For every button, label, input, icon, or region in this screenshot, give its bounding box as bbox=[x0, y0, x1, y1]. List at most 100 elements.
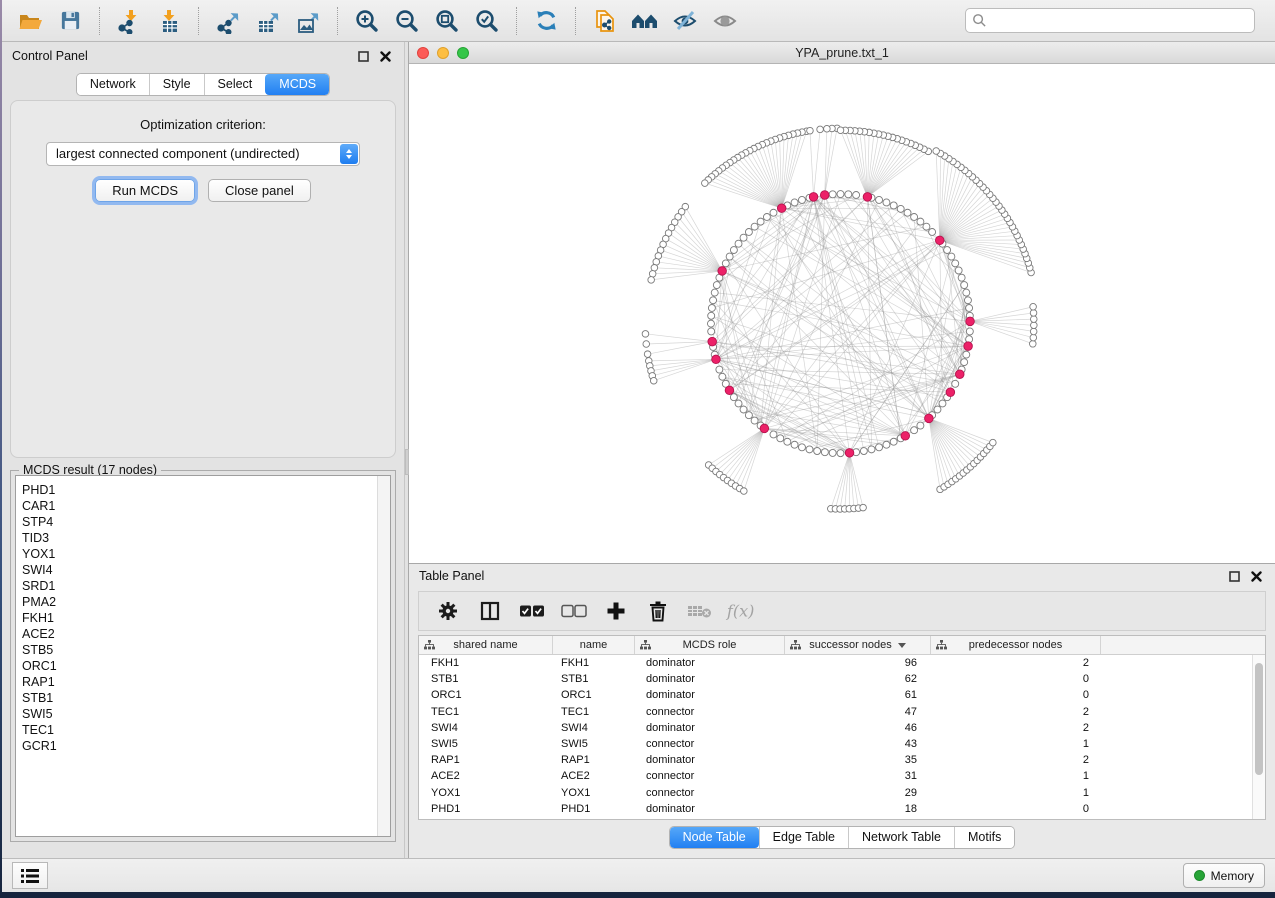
close-mcds-panel-button[interactable]: Close panel bbox=[208, 179, 311, 202]
mcds-result-item[interactable]: TEC1 bbox=[22, 722, 390, 738]
table-cell[interactable]: connector bbox=[635, 704, 785, 720]
table-row[interactable]: TEC1TEC1connector472 bbox=[419, 704, 1265, 720]
network-graph[interactable] bbox=[409, 64, 1275, 566]
zoom-out-button[interactable] bbox=[387, 4, 427, 38]
open-file-button[interactable] bbox=[10, 4, 50, 38]
refresh-view-button[interactable] bbox=[526, 4, 566, 38]
close-panel-button[interactable] bbox=[376, 47, 394, 65]
column-header-predecessor-nodes[interactable]: predecessor nodes bbox=[931, 636, 1101, 654]
zoom-selected-button[interactable] bbox=[467, 4, 507, 38]
import-table-button[interactable] bbox=[149, 4, 189, 38]
table-cell[interactable]: connector bbox=[635, 785, 785, 801]
import-network-button[interactable] bbox=[109, 4, 149, 38]
mcds-result-item[interactable]: FKH1 bbox=[22, 610, 390, 626]
zoom-in-button[interactable] bbox=[347, 4, 387, 38]
table-cell[interactable]: dominator bbox=[635, 752, 785, 768]
table-cell[interactable]: ORC1 bbox=[419, 687, 553, 703]
table-row[interactable]: ORC1ORC1dominator610 bbox=[419, 687, 1265, 703]
table-cell[interactable]: 62 bbox=[785, 671, 931, 687]
table-cell[interactable]: STB1 bbox=[419, 671, 553, 687]
show-all-button[interactable] bbox=[705, 4, 745, 38]
table-cell[interactable]: 0 bbox=[931, 671, 1101, 687]
tab-network[interactable]: Network bbox=[77, 74, 149, 95]
run-mcds-button[interactable]: Run MCDS bbox=[95, 179, 195, 202]
tab-node-table[interactable]: Node Table bbox=[670, 827, 759, 848]
export-image-button[interactable] bbox=[288, 4, 328, 38]
table-cell[interactable]: 96 bbox=[785, 655, 931, 671]
table-cell[interactable]: dominator bbox=[635, 687, 785, 703]
table-options-button[interactable] bbox=[431, 595, 465, 627]
mcds-result-item[interactable]: PMA2 bbox=[22, 594, 390, 610]
panel-splitter[interactable] bbox=[404, 42, 409, 858]
tab-select[interactable]: Select bbox=[204, 74, 266, 95]
mcds-result-item[interactable]: ACE2 bbox=[22, 626, 390, 642]
column-header-successor-nodes[interactable]: successor nodes bbox=[785, 636, 931, 654]
mcds-result-item[interactable]: RAP1 bbox=[22, 674, 390, 690]
table-cell[interactable]: dominator bbox=[635, 801, 785, 817]
table-row[interactable]: RAP1RAP1dominator352 bbox=[419, 752, 1265, 768]
save-session-button[interactable] bbox=[50, 4, 90, 38]
table-cell[interactable]: YOX1 bbox=[419, 785, 553, 801]
table-cell[interactable]: 35 bbox=[785, 752, 931, 768]
table-cell[interactable]: dominator bbox=[635, 655, 785, 671]
table-cell[interactable]: 0 bbox=[931, 801, 1101, 817]
fit-content-button[interactable] bbox=[427, 4, 467, 38]
mcds-result-item[interactable]: SRD1 bbox=[22, 578, 390, 594]
mcds-result-list[interactable]: PHD1CAR1STP4TID3YOX1SWI4SRD1PMA2FKH1ACE2… bbox=[15, 475, 391, 837]
table-cell[interactable]: 2 bbox=[931, 655, 1101, 671]
float-panel-button[interactable] bbox=[354, 47, 372, 65]
column-header-name[interactable]: name bbox=[553, 636, 635, 654]
table-row[interactable]: ACE2ACE2connector311 bbox=[419, 768, 1265, 784]
hide-selected-button[interactable] bbox=[665, 4, 705, 38]
table-cell[interactable]: FKH1 bbox=[553, 655, 635, 671]
select-all-columns-button[interactable] bbox=[515, 595, 549, 627]
task-history-button[interactable] bbox=[12, 862, 48, 889]
list-scrollbar[interactable] bbox=[377, 476, 390, 836]
float-table-panel-button[interactable] bbox=[1225, 567, 1243, 585]
table-row[interactable]: YOX1YOX1connector291 bbox=[419, 785, 1265, 801]
column-header-shared-name[interactable]: shared name bbox=[419, 636, 553, 654]
close-table-panel-button[interactable] bbox=[1247, 567, 1265, 585]
optimization-criterion-select[interactable]: largest connected component (undirected) bbox=[46, 142, 360, 166]
tab-network-table[interactable]: Network Table bbox=[848, 827, 954, 848]
table-cell[interactable]: 31 bbox=[785, 768, 931, 784]
table-cell[interactable]: 46 bbox=[785, 720, 931, 736]
table-cell[interactable]: FKH1 bbox=[419, 655, 553, 671]
memory-button[interactable]: Memory bbox=[1183, 863, 1265, 888]
mcds-result-item[interactable]: STB5 bbox=[22, 642, 390, 658]
mcds-result-item[interactable]: CAR1 bbox=[22, 498, 390, 514]
table-cell[interactable]: RAP1 bbox=[553, 752, 635, 768]
table-cell[interactable]: SWI5 bbox=[553, 736, 635, 752]
add-column-button[interactable] bbox=[599, 595, 633, 627]
tab-edge-table[interactable]: Edge Table bbox=[759, 827, 848, 848]
table-cell[interactable]: STB1 bbox=[553, 671, 635, 687]
table-row[interactable]: FKH1FKH1dominator962 bbox=[419, 655, 1265, 671]
node-table[interactable]: shared namenameMCDS rolesuccessor nodesp… bbox=[418, 635, 1266, 820]
table-cell[interactable]: connector bbox=[635, 736, 785, 752]
tab-style[interactable]: Style bbox=[149, 74, 204, 95]
mcds-result-item[interactable]: SWI5 bbox=[22, 706, 390, 722]
table-row[interactable]: STB1STB1dominator620 bbox=[419, 671, 1265, 687]
table-cell[interactable]: 2 bbox=[931, 752, 1101, 768]
splitter-handle[interactable] bbox=[405, 449, 409, 475]
table-cell[interactable]: dominator bbox=[635, 671, 785, 687]
search-input[interactable] bbox=[965, 8, 1255, 33]
table-cell[interactable]: ACE2 bbox=[419, 768, 553, 784]
table-cell[interactable]: TEC1 bbox=[553, 704, 635, 720]
table-cell[interactable]: 43 bbox=[785, 736, 931, 752]
table-cell[interactable]: SWI4 bbox=[553, 720, 635, 736]
table-cell[interactable]: ORC1 bbox=[553, 687, 635, 703]
mcds-result-item[interactable]: ORC1 bbox=[22, 658, 390, 674]
column-header-mcds-role[interactable]: MCDS role bbox=[635, 636, 785, 654]
export-table-button[interactable] bbox=[248, 4, 288, 38]
table-cell[interactable]: 61 bbox=[785, 687, 931, 703]
table-cell[interactable]: 47 bbox=[785, 704, 931, 720]
table-cell[interactable]: 1 bbox=[931, 736, 1101, 752]
table-cell[interactable]: 18 bbox=[785, 801, 931, 817]
table-cell[interactable]: ACE2 bbox=[553, 768, 635, 784]
table-cell[interactable]: 29 bbox=[785, 785, 931, 801]
table-cell[interactable]: dominator bbox=[635, 720, 785, 736]
tab-mcds[interactable]: MCDS bbox=[265, 74, 329, 95]
table-row[interactable]: PHD1PHD1dominator180 bbox=[419, 801, 1265, 817]
table-cell[interactable]: RAP1 bbox=[419, 752, 553, 768]
